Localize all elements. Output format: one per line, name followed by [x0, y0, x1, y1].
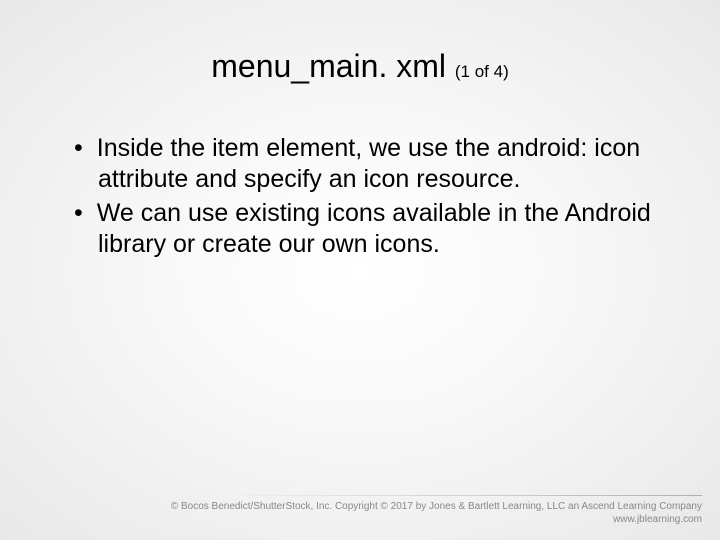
slide-content: Inside the item element, we use the andr…: [0, 85, 720, 260]
footer-copyright: © Bocos Benedict/ShutterStock, Inc. Copy…: [171, 500, 702, 513]
list-item: We can use existing icons available in t…: [58, 198, 662, 261]
footer-divider: [212, 495, 702, 496]
slide-title: menu_main. xml (1 of 4): [0, 0, 720, 85]
footer-url: www.jblearning.com: [171, 513, 702, 526]
title-main: menu_main. xml: [211, 48, 446, 84]
bullet-list: Inside the item element, we use the andr…: [58, 133, 662, 260]
title-subtitle: (1 of 4): [455, 62, 509, 81]
list-item: Inside the item element, we use the andr…: [58, 133, 662, 196]
footer: © Bocos Benedict/ShutterStock, Inc. Copy…: [171, 500, 702, 526]
